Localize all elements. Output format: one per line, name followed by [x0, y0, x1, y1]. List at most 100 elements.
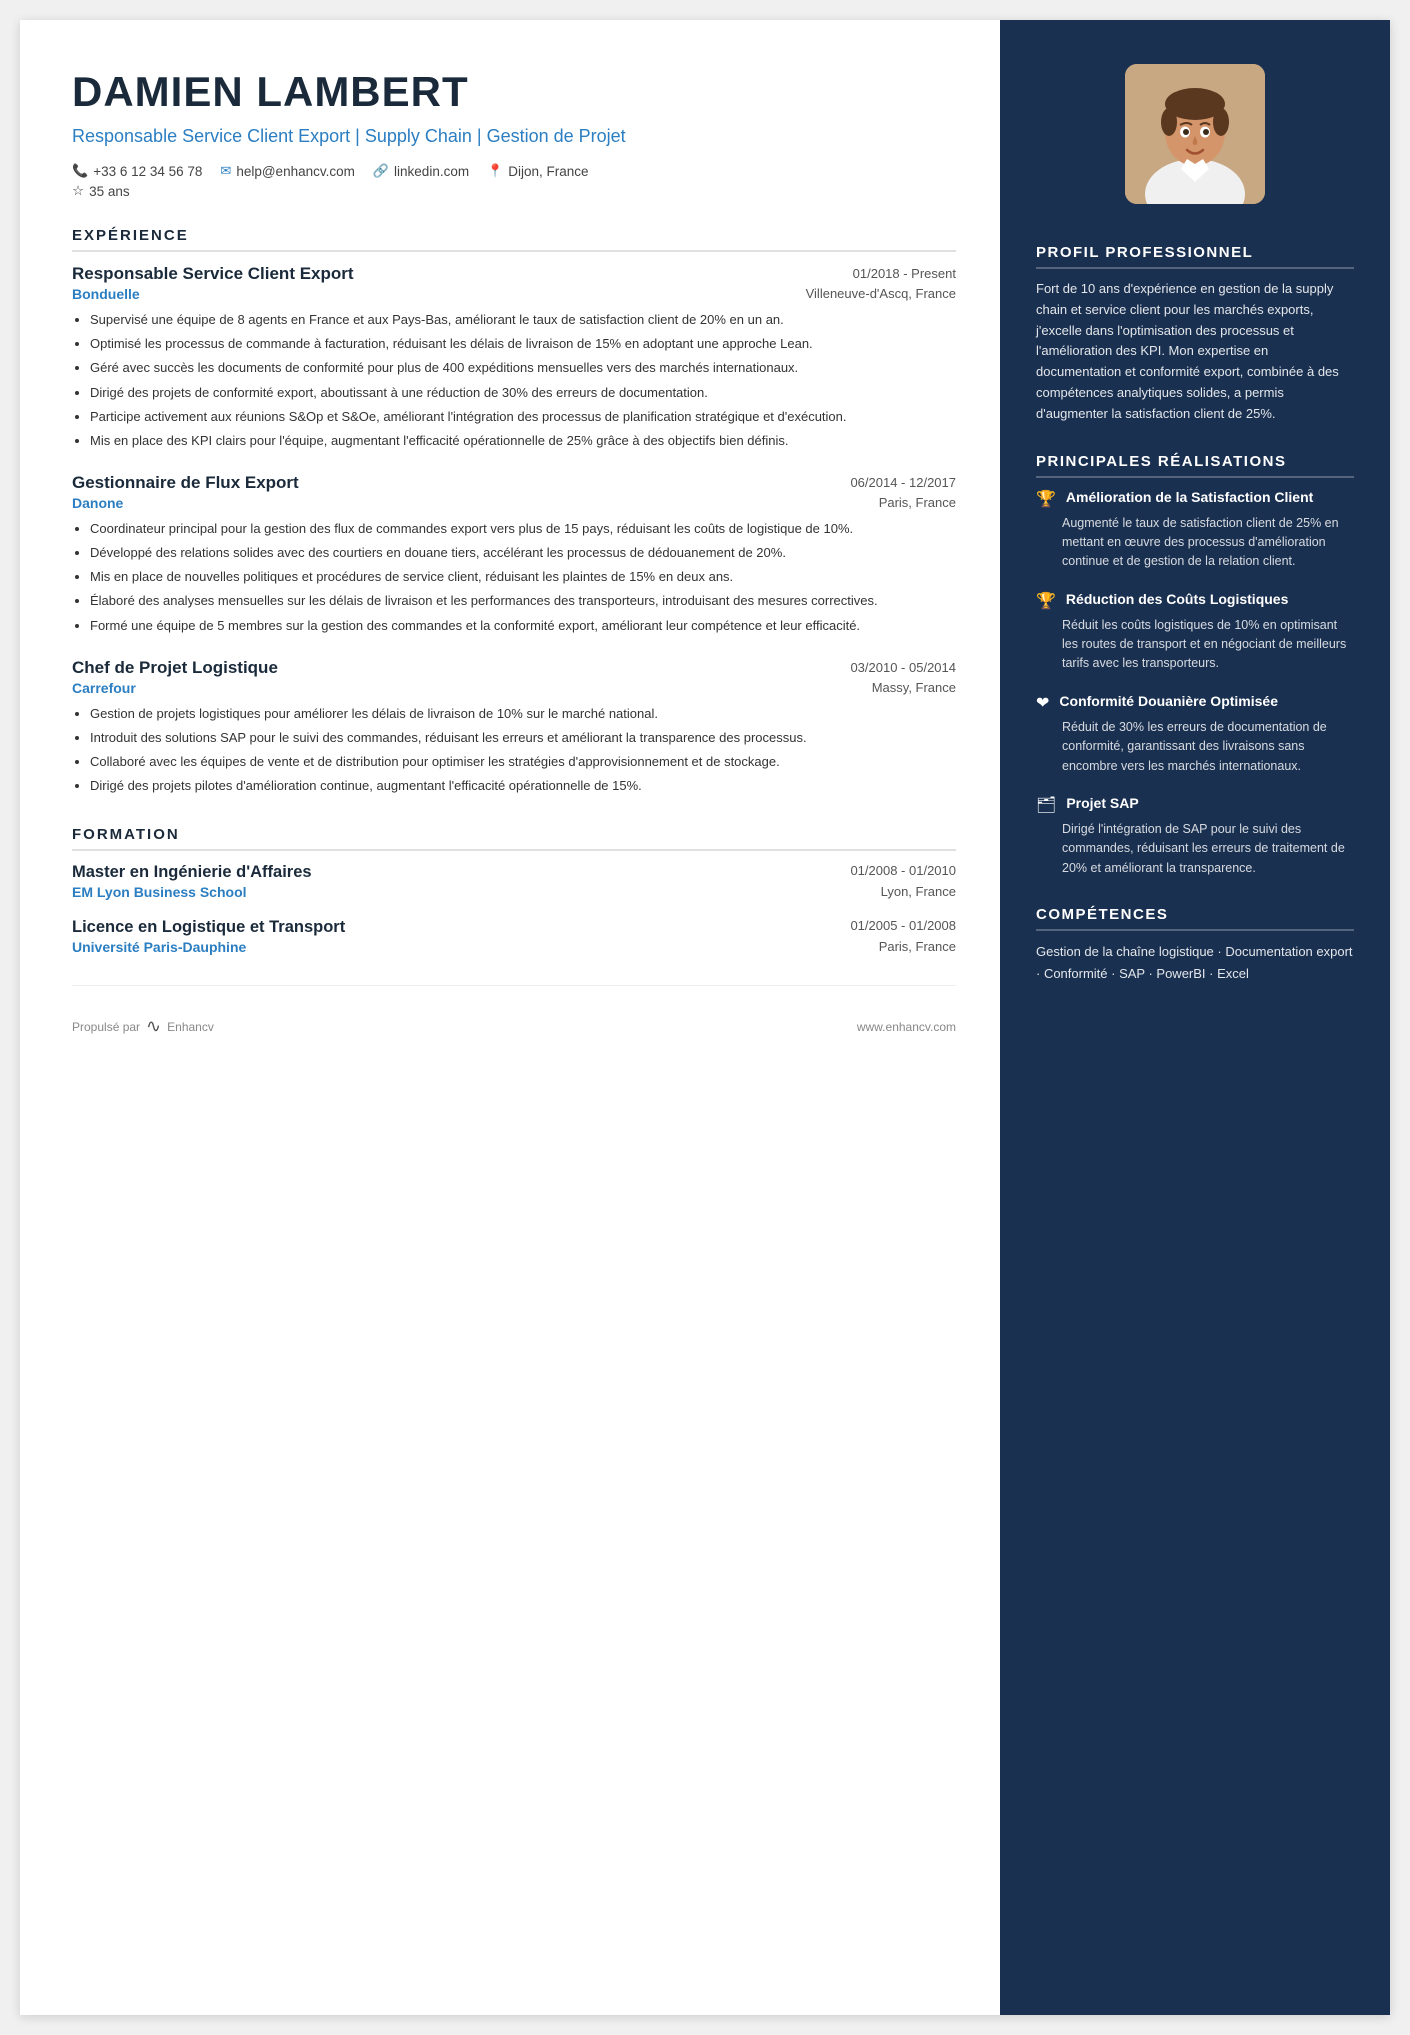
resume-header: DAMIEN LAMBERT Responsable Service Clien…: [72, 68, 956, 199]
edu-dates: 01/2005 - 01/2008: [850, 918, 956, 933]
achievement-text: Réduit les coûts logistiques de 10% en o…: [1036, 616, 1354, 674]
achievement-text: Réduit de 30% les erreurs de documentati…: [1036, 718, 1354, 776]
website-text: www.enhancv.com: [857, 1020, 956, 1034]
phone-item: 📞 +33 6 12 34 56 78: [72, 163, 202, 179]
exp-dates: 03/2010 - 05/2014: [850, 658, 956, 675]
achievement-item: 🏆 Amélioration de la Satisfaction Client…: [1036, 488, 1354, 572]
photo-area: [1000, 20, 1390, 234]
experience-section-title: EXPÉRIENCE: [72, 227, 956, 252]
phone-text: +33 6 12 34 56 78: [93, 164, 202, 179]
exp-header: Gestionnaire de Flux Export 06/2014 - 12…: [72, 473, 956, 493]
achievements-list: 🏆 Amélioration de la Satisfaction Client…: [1036, 488, 1354, 879]
achievement-icon: 🏆: [1036, 489, 1056, 509]
exp-location: Villeneuve-d'Ascq, France: [806, 286, 956, 304]
exp-title: Gestionnaire de Flux Export: [72, 473, 299, 493]
age-row: ☆ 35 ans: [72, 183, 956, 199]
exp-dates: 06/2014 - 12/2017: [850, 473, 956, 490]
edu-degree: Master en Ingénierie d'Affaires: [72, 863, 312, 882]
exp-header: Chef de Projet Logistique 03/2010 - 05/2…: [72, 658, 956, 678]
email-item: ✉ help@enhancv.com: [220, 163, 354, 179]
bullet-item: Formé une équipe de 5 membres sur la ges…: [90, 616, 956, 636]
edu-school: EM Lyon Business School: [72, 884, 247, 900]
location-item: 📍 Dijon, France: [487, 163, 588, 179]
edu-sub: Université Paris-Dauphine Paris, France: [72, 939, 956, 955]
email-icon: ✉: [220, 163, 231, 179]
edu-degree: Licence en Logistique et Transport: [72, 918, 345, 937]
candidate-subtitle: Responsable Service Client Export | Supp…: [72, 124, 956, 149]
exp-location: Massy, France: [872, 680, 956, 698]
right-column: PROFIL PROFESSIONNEL Fort de 10 ans d'ex…: [1000, 20, 1390, 2015]
bullet-item: Introduit des solutions SAP pour le suiv…: [90, 728, 956, 748]
experience-section: EXPÉRIENCE Responsable Service Client Ex…: [72, 227, 956, 796]
achievement-text: Augmenté le taux de satisfaction client …: [1036, 514, 1354, 572]
achievement-icon: 🗂: [1036, 795, 1056, 815]
achievement-header: 🏆 Amélioration de la Satisfaction Client: [1036, 488, 1354, 509]
exp-bullets: Supervisé une équipe de 8 agents en Fran…: [72, 310, 956, 451]
achievement-title: Amélioration de la Satisfaction Client: [1066, 488, 1313, 507]
achievement-title: Projet SAP: [1066, 794, 1138, 813]
exp-company: Danone: [72, 495, 123, 511]
left-column: DAMIEN LAMBERT Responsable Service Clien…: [20, 20, 1000, 2015]
education-item: Licence en Logistique et Transport 01/20…: [72, 918, 956, 955]
bullet-item: Coordinateur principal pour la gestion d…: [90, 519, 956, 539]
experience-item: Responsable Service Client Export 01/201…: [72, 264, 956, 451]
competences-title: COMPÉTENCES: [1036, 906, 1354, 931]
profil-title: PROFIL PROFESSIONNEL: [1036, 244, 1354, 269]
exp-sub: Carrefour Massy, France: [72, 680, 956, 698]
exp-title: Responsable Service Client Export: [72, 264, 354, 284]
star-icon: ☆: [72, 183, 84, 199]
bullet-item: Supervisé une équipe de 8 agents en Fran…: [90, 310, 956, 330]
exp-title: Chef de Projet Logistique: [72, 658, 278, 678]
edu-location: Lyon, France: [881, 884, 956, 900]
edu-school: Université Paris-Dauphine: [72, 939, 246, 955]
edu-location: Paris, France: [879, 939, 956, 955]
edu-sub: EM Lyon Business School Lyon, France: [72, 884, 956, 900]
location-icon: 📍: [487, 163, 503, 179]
brand-name: Enhancv: [167, 1020, 214, 1034]
achievement-item: ❤ Conformité Douanière Optimisée Réduit …: [1036, 692, 1354, 776]
linkedin-text: linkedin.com: [394, 164, 469, 179]
contact-row: 📞 +33 6 12 34 56 78 ✉ help@enhancv.com 🔗…: [72, 163, 956, 179]
location-text: Dijon, France: [508, 164, 588, 179]
bullet-item: Dirigé des projets pilotes d'amélioratio…: [90, 776, 956, 796]
exp-bullets: Coordinateur principal pour la gestion d…: [72, 519, 956, 636]
linkedin-icon: 🔗: [373, 163, 389, 179]
linkedin-item: 🔗 linkedin.com: [373, 163, 469, 179]
edu-dates: 01/2008 - 01/2010: [850, 863, 956, 878]
achievement-item: 🗂 Projet SAP Dirigé l'intégration de SAP…: [1036, 794, 1354, 878]
age-text: 35 ans: [89, 184, 130, 199]
achievement-title: Conformité Douanière Optimisée: [1059, 692, 1278, 711]
bullet-item: Participe activement aux réunions S&Op e…: [90, 407, 956, 427]
profil-section: PROFIL PROFESSIONNEL Fort de 10 ans d'ex…: [1036, 244, 1354, 425]
exp-bullets: Gestion de projets logistiques pour amél…: [72, 704, 956, 797]
bullet-item: Élaboré des analyses mensuelles sur les …: [90, 591, 956, 611]
experience-list: Responsable Service Client Export 01/201…: [72, 264, 956, 796]
exp-company: Carrefour: [72, 680, 136, 696]
achievement-text: Dirigé l'intégration de SAP pour le suiv…: [1036, 820, 1354, 878]
exp-location: Paris, France: [879, 495, 956, 513]
bullet-item: Mis en place des KPI clairs pour l'équip…: [90, 431, 956, 451]
realisations-section: PRINCIPALES RÉALISATIONS 🏆 Amélioration …: [1036, 453, 1354, 879]
formation-section-title: FORMATION: [72, 826, 956, 851]
enhancv-logo-icon: ∿: [146, 1016, 161, 1037]
achievement-header: ❤ Conformité Douanière Optimisée: [1036, 692, 1354, 713]
edu-header: Master en Ingénierie d'Affaires 01/2008 …: [72, 863, 956, 882]
achievement-header: 🗂 Projet SAP: [1036, 794, 1354, 815]
bullet-item: Développé des relations solides avec des…: [90, 543, 956, 563]
bullet-item: Mis en place de nouvelles politiques et …: [90, 567, 956, 587]
bullet-item: Optimisé les processus de commande à fac…: [90, 334, 956, 354]
achievement-item: 🏆 Réduction des Coûts Logistiques Réduit…: [1036, 590, 1354, 674]
exp-dates: 01/2018 - Present: [853, 264, 956, 281]
competences-text: Gestion de la chaîne logistique · Docume…: [1036, 941, 1354, 985]
right-content: PROFIL PROFESSIONNEL Fort de 10 ans d'ex…: [1000, 234, 1390, 1053]
exp-company: Bonduelle: [72, 286, 140, 302]
profil-text: Fort de 10 ans d'expérience en gestion d…: [1036, 279, 1354, 425]
exp-header: Responsable Service Client Export 01/201…: [72, 264, 956, 284]
phone-icon: 📞: [72, 163, 88, 179]
resume-container: DAMIEN LAMBERT Responsable Service Clien…: [20, 20, 1390, 2015]
achievement-header: 🏆 Réduction des Coûts Logistiques: [1036, 590, 1354, 611]
education-item: Master en Ingénierie d'Affaires 01/2008 …: [72, 863, 956, 900]
bullet-item: Dirigé des projets de conformité export,…: [90, 383, 956, 403]
formation-section: FORMATION Master en Ingénierie d'Affaire…: [72, 826, 956, 955]
bullet-item: Gestion de projets logistiques pour amél…: [90, 704, 956, 724]
